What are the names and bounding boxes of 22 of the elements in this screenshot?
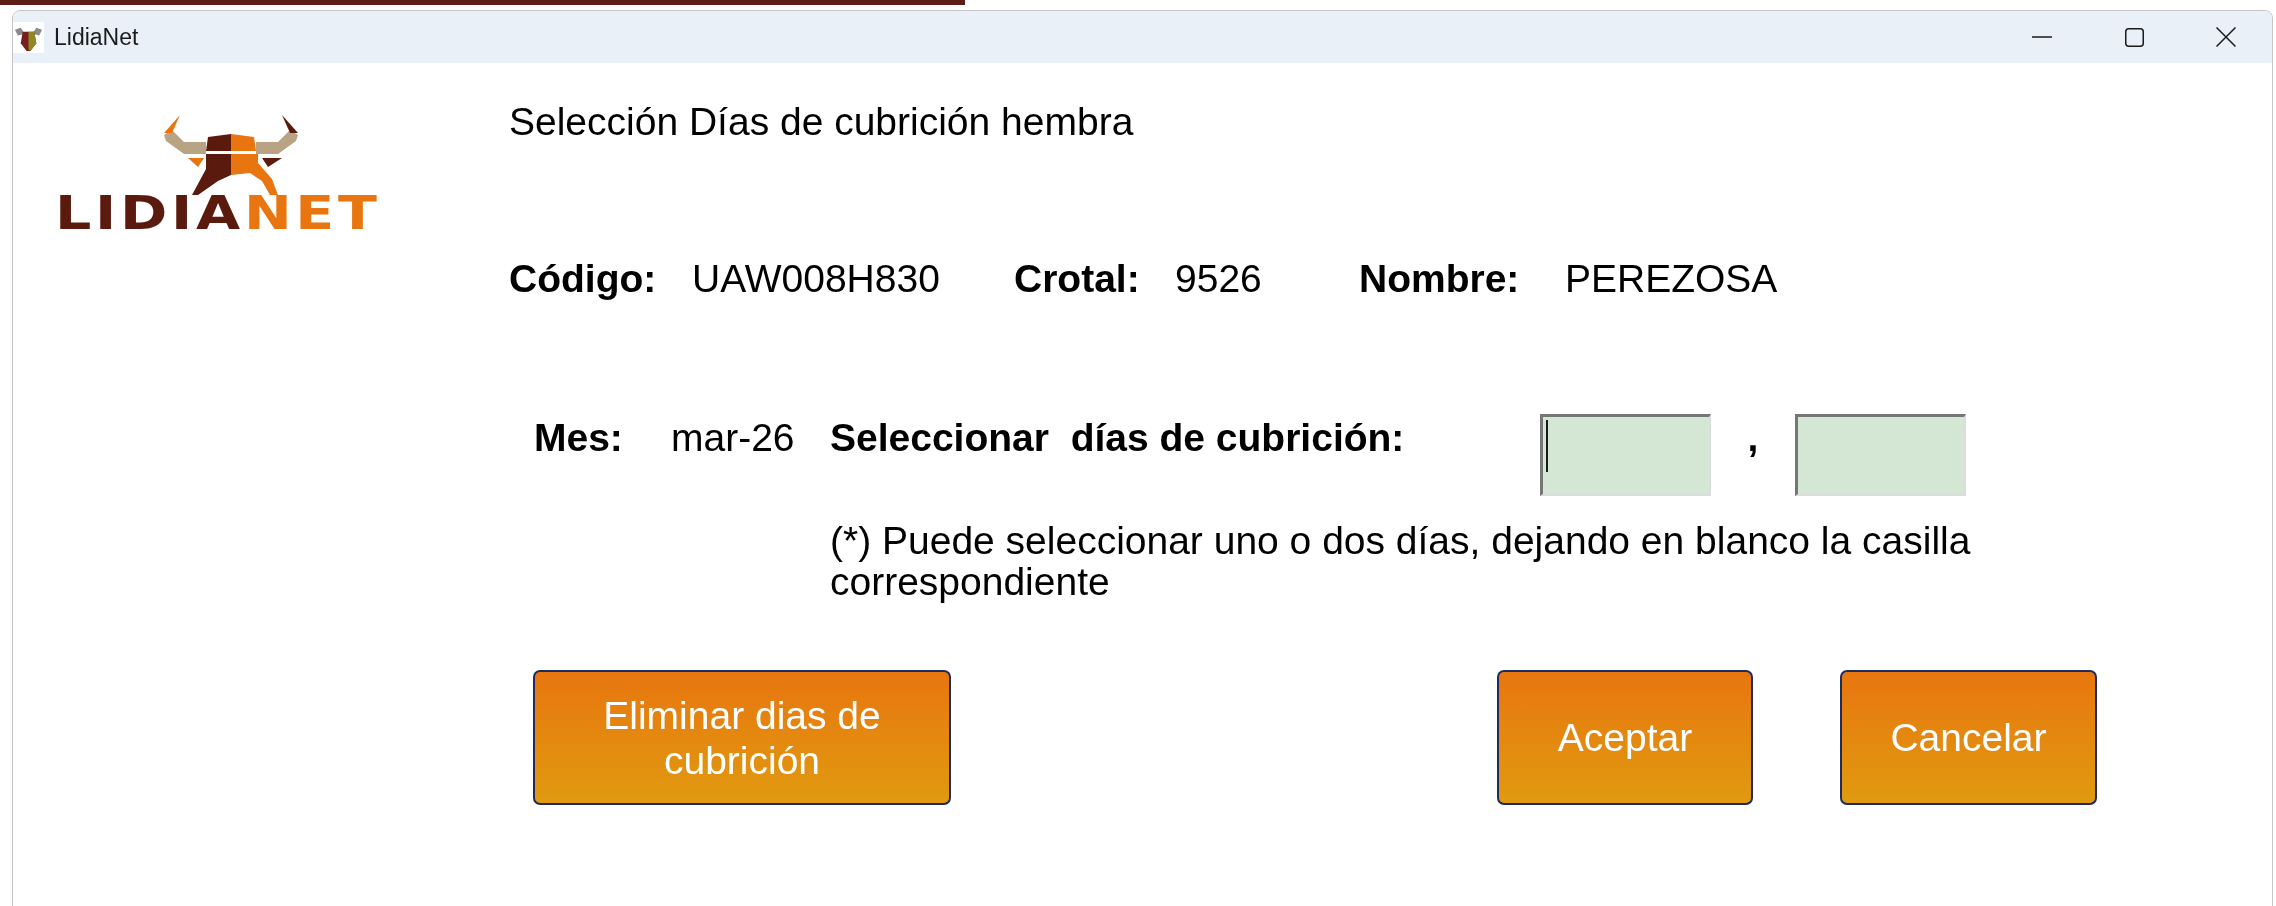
info-value: UAW008H830 bbox=[692, 256, 941, 301]
info-value: PEREZOSA bbox=[1565, 256, 1778, 301]
dialog-heading: Selección Días de cubrición hembra bbox=[509, 99, 1134, 144]
month-value: mar-26 bbox=[671, 415, 796, 460]
minimize-icon bbox=[2032, 36, 2052, 38]
close-icon bbox=[2216, 27, 2236, 47]
window-title: LidiaNet bbox=[54, 23, 139, 51]
remove-days-button[interactable]: Eliminar dias de cubrición bbox=[533, 670, 951, 805]
accept-button[interactable]: Aceptar bbox=[1497, 670, 1753, 805]
info-label: Código: bbox=[509, 256, 658, 301]
info-label: Nombre: bbox=[1359, 256, 1521, 301]
maximize-icon bbox=[2124, 27, 2144, 47]
hint-note: (*) Puede seleccionar uno o dos días, dejando en blanco la casilla correspondiente bbox=[830, 520, 1972, 602]
month-label: Mes: bbox=[534, 415, 624, 460]
info-label: Crotal: bbox=[1014, 256, 1141, 301]
info-value: 9526 bbox=[1175, 256, 1263, 301]
day-selection-label: Seleccionar días de cubrición: bbox=[830, 415, 1406, 460]
day-input-field[interactable] bbox=[1540, 414, 1711, 496]
cancel-button[interactable]: Cancelar bbox=[1840, 670, 2097, 805]
day-input-field[interactable] bbox=[1795, 414, 1966, 496]
comma-separator: , bbox=[1747, 415, 1759, 460]
logo-wordmark: LIDIANET bbox=[55, 190, 381, 236]
